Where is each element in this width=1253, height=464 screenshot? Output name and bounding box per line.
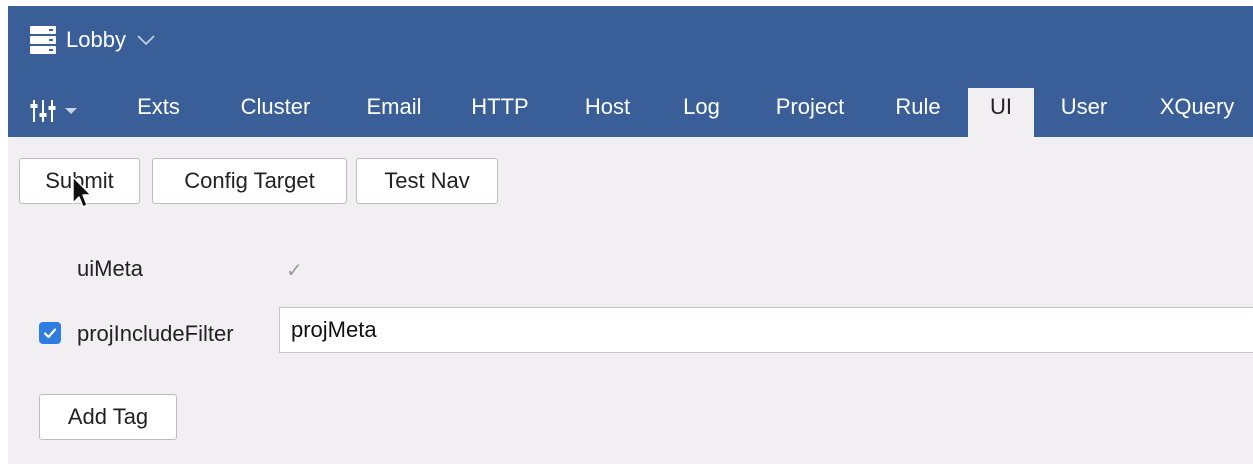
- ui-meta-label: uiMeta: [77, 256, 144, 281]
- add-tag-button[interactable]: Add Tag: [39, 394, 177, 440]
- tab-project[interactable]: Project: [757, 88, 863, 137]
- sliders-icon: [30, 100, 56, 122]
- tab-rule[interactable]: Rule: [882, 88, 954, 137]
- caret-down-icon: [65, 108, 77, 114]
- server-icon: [30, 26, 56, 54]
- tab-cluster[interactable]: Cluster: [222, 88, 329, 137]
- top-bar: Lobby Exts Cluster Email HTTP Host Log P…: [8, 6, 1253, 137]
- tab-xquery[interactable]: XQuery: [1144, 88, 1250, 137]
- tab-email[interactable]: Email: [351, 88, 437, 137]
- tab-log[interactable]: Log: [668, 88, 735, 137]
- ui-meta-value: ✓: [286, 260, 303, 282]
- mouse-cursor-icon: [72, 176, 92, 208]
- tab-http[interactable]: HTTP: [460, 88, 540, 137]
- check-icon: [43, 328, 57, 339]
- app-window: Lobby Exts Cluster Email HTTP Host Log P…: [8, 6, 1253, 464]
- tab-user[interactable]: User: [1046, 88, 1122, 137]
- proj-include-filter-checkbox[interactable]: [39, 322, 61, 344]
- tab-host[interactable]: Host: [568, 88, 647, 137]
- config-target-button[interactable]: Config Target: [152, 158, 347, 204]
- main-nav: Exts Cluster Email HTTP Host Log Project…: [8, 88, 1253, 137]
- proj-include-filter-input[interactable]: [279, 307, 1253, 353]
- tools-menu[interactable]: [30, 98, 77, 124]
- chevron-down-icon: [137, 35, 155, 46]
- tab-ui[interactable]: UI: [968, 88, 1034, 137]
- tab-exts[interactable]: Exts: [121, 88, 196, 137]
- proj-include-filter-label: projIncludeFilter: [77, 321, 234, 346]
- workspace-label: Lobby: [66, 27, 126, 52]
- test-nav-button[interactable]: Test Nav: [356, 158, 498, 204]
- workspace-selector[interactable]: Lobby: [30, 22, 156, 58]
